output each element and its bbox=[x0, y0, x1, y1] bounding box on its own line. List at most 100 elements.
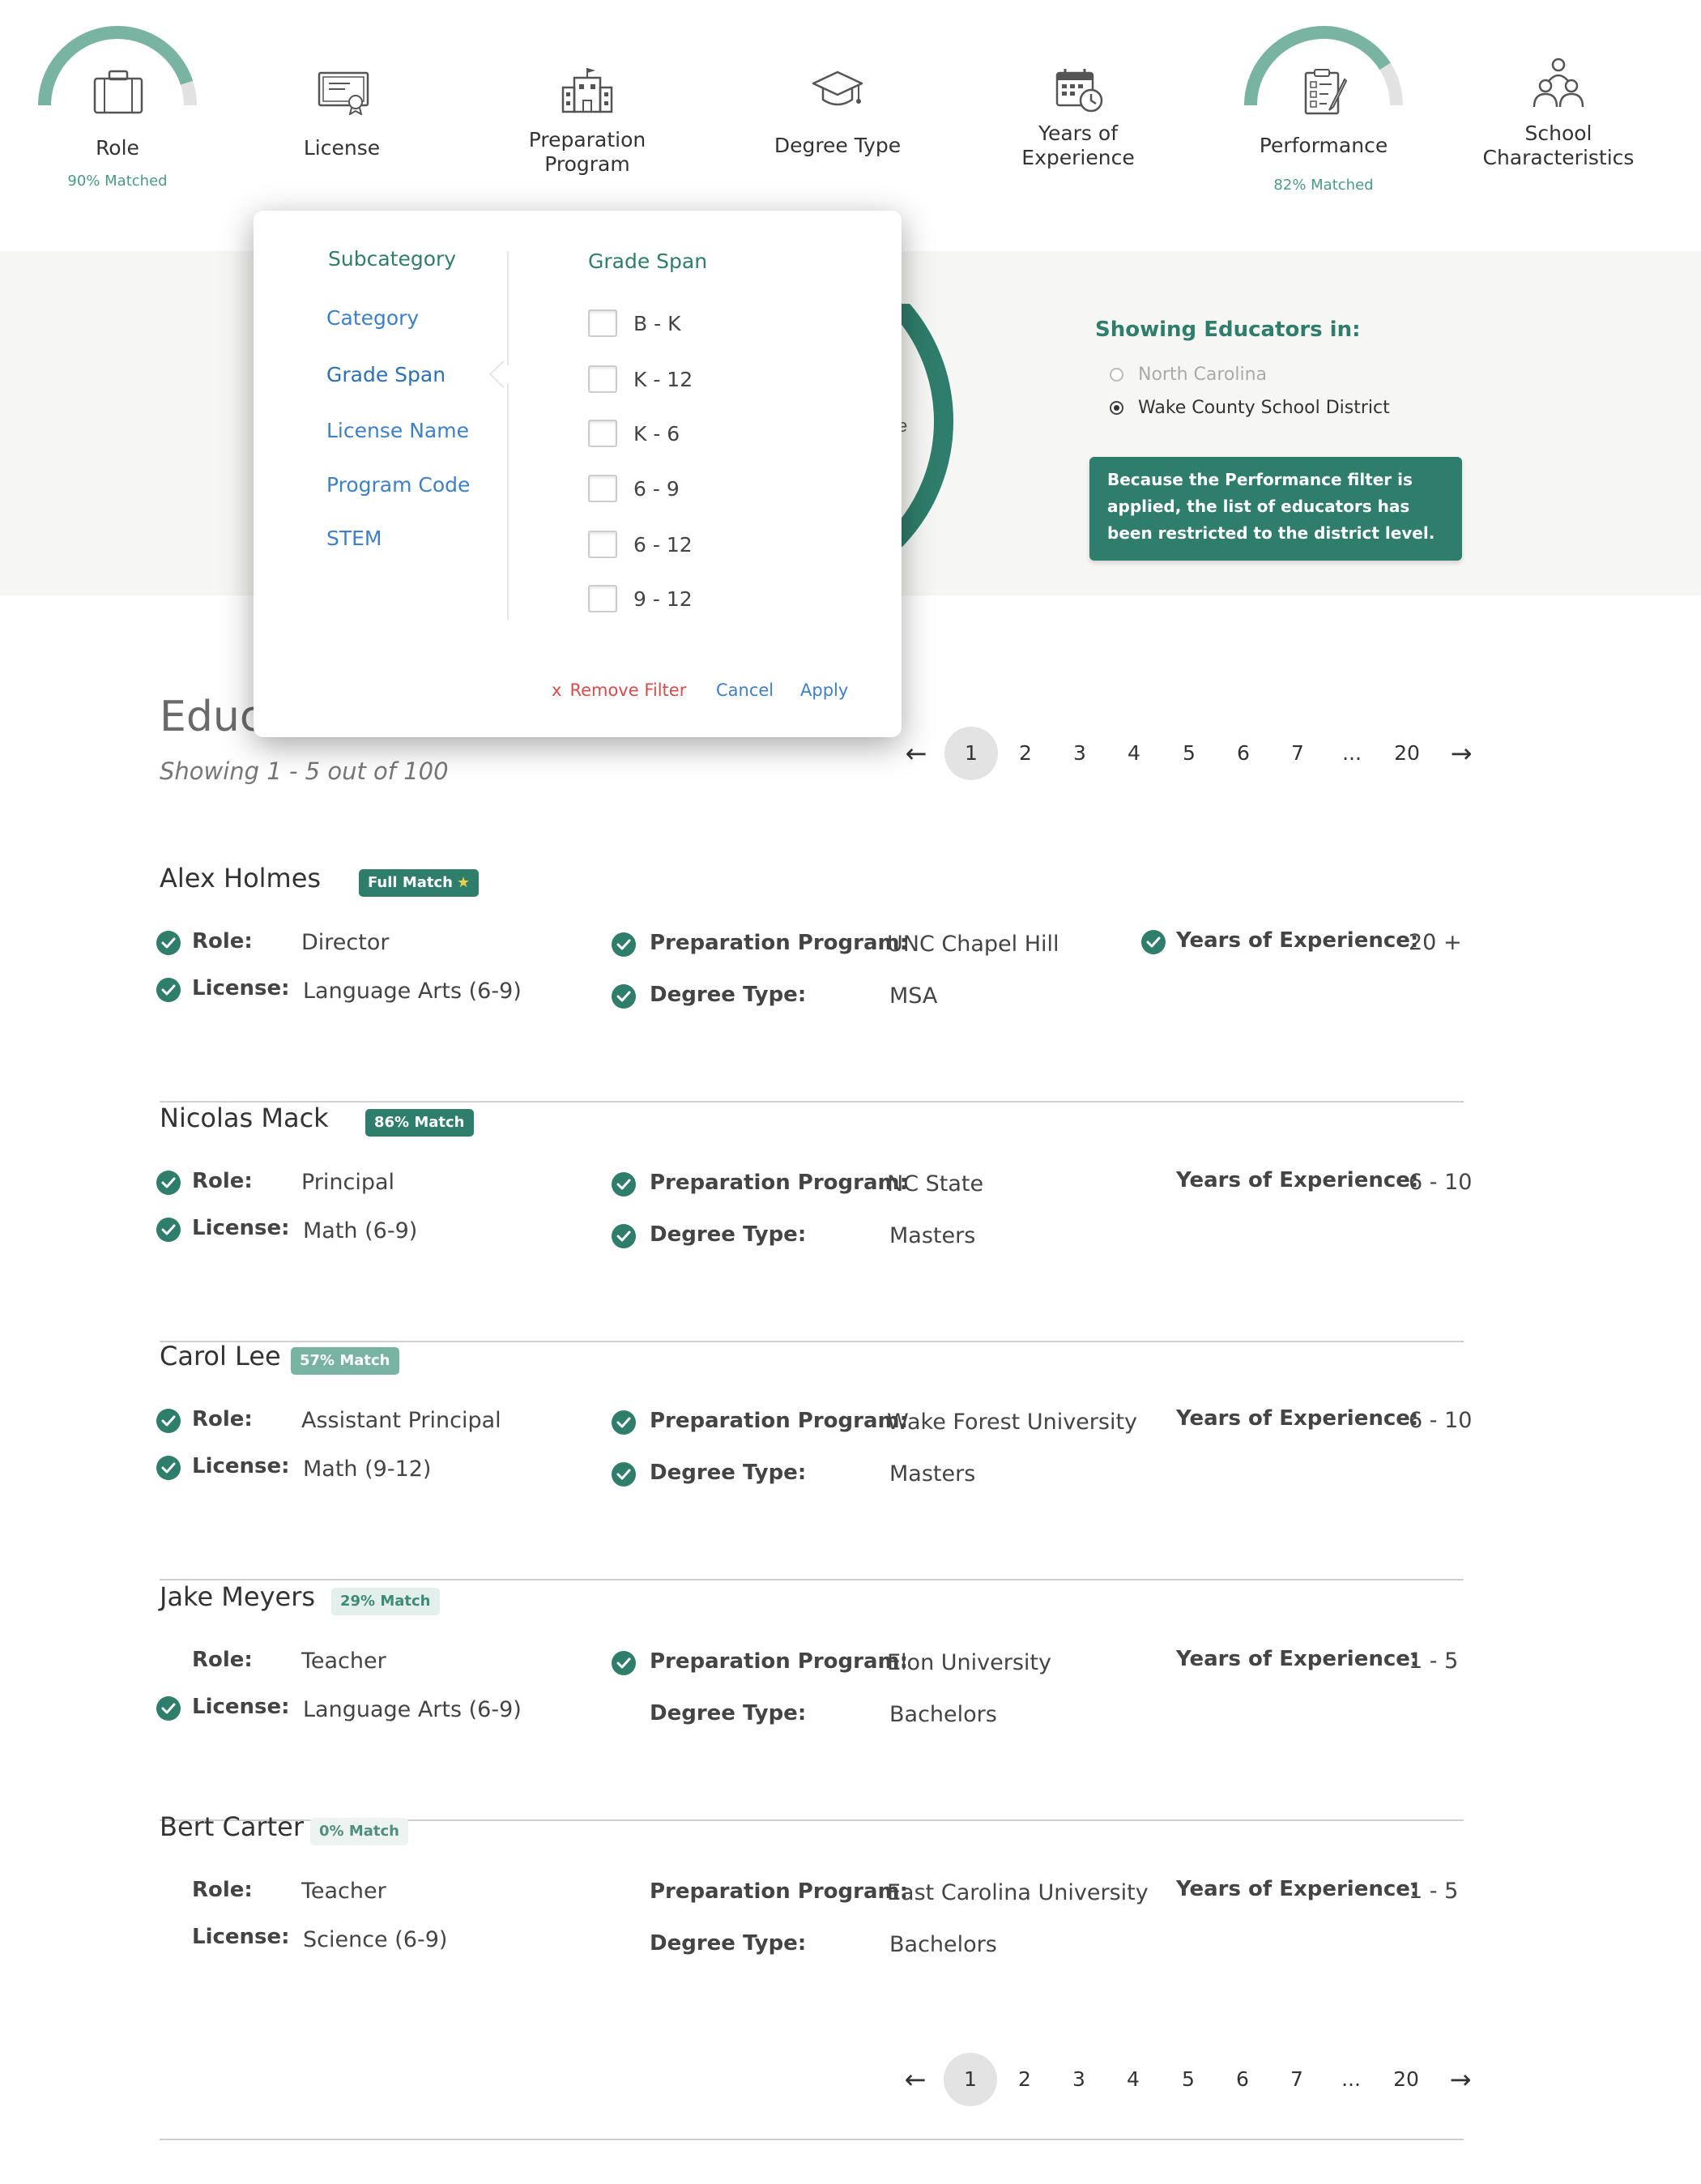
check-icon bbox=[156, 1171, 181, 1195]
page-button[interactable]: 7 bbox=[1270, 2053, 1324, 2106]
subcategory-stem[interactable]: STEM bbox=[326, 527, 382, 550]
educator-card[interactable]: Alex Holmes Full Match ★ Role: Director Licen… bbox=[156, 863, 1464, 1103]
degree-value: Bachelors bbox=[889, 1932, 997, 1957]
page-button[interactable]: 3 bbox=[1053, 727, 1106, 780]
subcategory-heading: Subcategory bbox=[328, 247, 457, 271]
page-button[interactable]: 4 bbox=[1107, 727, 1161, 780]
match-badge-label: 86% Match bbox=[374, 1114, 465, 1131]
educator-card[interactable]: Nicolas Mack 86% Match Role: Principal Licen… bbox=[156, 1103, 1472, 1342]
checkbox[interactable] bbox=[588, 585, 617, 612]
cancel-button[interactable]: Cancel bbox=[716, 680, 774, 700]
page-button[interactable]: 20 bbox=[1380, 727, 1434, 780]
degree-label: Degree Type: bbox=[650, 983, 807, 1007]
educator-name[interactable]: Carol Lee bbox=[160, 1341, 281, 1371]
option-label: K - 12 bbox=[633, 367, 693, 391]
page-button[interactable]: 5 bbox=[1162, 2053, 1215, 2106]
filter-performance[interactable]: Performance 82% Matched bbox=[1243, 24, 1405, 198]
pagination-top: ← 1 2 3 4 5 6 7 ... 20 → bbox=[889, 727, 1489, 780]
check-icon bbox=[612, 1462, 636, 1487]
checkbox[interactable] bbox=[588, 475, 617, 502]
educator-name[interactable]: Jake Meyers bbox=[160, 1581, 315, 1612]
option-k-6[interactable]: K - 6 bbox=[588, 420, 680, 447]
degree-label: Degree Type: bbox=[650, 1222, 807, 1247]
next-page-arrow-icon[interactable]: → bbox=[1435, 727, 1488, 780]
dropdown-caret bbox=[324, 194, 360, 212]
check-icon bbox=[156, 1456, 181, 1480]
educator-name[interactable]: Bert Carter bbox=[160, 1811, 304, 1842]
showing-educators-title: Showing Educators in: bbox=[1095, 318, 1361, 342]
subcategory-grade-span[interactable]: Grade Span bbox=[326, 363, 446, 386]
prep-label: Preparation Program: bbox=[650, 931, 909, 955]
degree-value: Bachelors bbox=[889, 1702, 997, 1727]
option-6-9[interactable]: 6 - 9 bbox=[588, 475, 680, 502]
radio-button-selected[interactable] bbox=[1110, 401, 1123, 415]
role-label: Role: bbox=[192, 929, 253, 953]
page-button[interactable]: 6 bbox=[1217, 727, 1270, 780]
location-option-district[interactable]: Wake County School District bbox=[1110, 398, 1390, 418]
school-building-icon bbox=[561, 68, 613, 113]
match-badge: 57% Match bbox=[291, 1347, 399, 1375]
page-button[interactable]: 5 bbox=[1162, 727, 1216, 780]
years-value: 6 - 10 bbox=[1409, 1408, 1473, 1433]
page-button[interactable]: 2 bbox=[998, 2053, 1051, 2106]
years-label: Years of Experience: bbox=[1176, 1647, 1419, 1671]
grade-span-heading: Grade Span bbox=[588, 250, 708, 273]
license-filter-dropdown: Subcategory Category Grade Span License … bbox=[254, 211, 902, 737]
page-button[interactable]: 2 bbox=[999, 727, 1052, 780]
educator-name[interactable]: Nicolas Mack bbox=[160, 1103, 329, 1133]
radio-button[interactable] bbox=[1110, 368, 1123, 382]
page-button[interactable]: 7 bbox=[1271, 727, 1324, 780]
check-icon bbox=[156, 931, 181, 955]
license-value: Language Arts (6-9) bbox=[303, 1697, 522, 1722]
license-label: License: bbox=[192, 976, 290, 1000]
subcategory-program-code[interactable]: Program Code bbox=[326, 473, 470, 497]
educator-card[interactable]: Jake Meyers 29% Match Role: Teacher License:… bbox=[156, 1581, 1464, 1821]
option-b-k[interactable]: B - K bbox=[588, 309, 680, 337]
page-button[interactable]: 6 bbox=[1216, 2053, 1269, 2106]
filter-role[interactable]: Role 90% Matched bbox=[36, 24, 198, 194]
remove-filter-button[interactable]: x Remove Filter bbox=[552, 680, 686, 700]
filter-degree-type-label: Degree Type bbox=[774, 134, 902, 157]
subcategory-category[interactable]: Category bbox=[326, 306, 419, 330]
people-group-icon bbox=[1533, 58, 1584, 108]
option-6-12[interactable]: 6 - 12 bbox=[588, 531, 693, 558]
filter-years-of-experience[interactable]: Years of Experience bbox=[997, 24, 1159, 186]
role-value: Teacher bbox=[301, 1649, 386, 1674]
filter-license[interactable]: License bbox=[261, 24, 423, 170]
years-value: 1 - 5 bbox=[1409, 1649, 1459, 1674]
license-label: License: bbox=[192, 1216, 290, 1240]
checkbox[interactable] bbox=[588, 531, 617, 558]
page-ellipsis: ... bbox=[1342, 741, 1362, 765]
page-button[interactable]: 1 bbox=[944, 727, 998, 780]
checkbox[interactable] bbox=[588, 420, 617, 447]
license-label: License: bbox=[192, 1925, 290, 1949]
checkbox[interactable] bbox=[588, 309, 617, 337]
filter-years-of-experience-label: Years of Experience bbox=[1021, 122, 1135, 169]
subcategory-license-name[interactable]: License Name bbox=[326, 419, 469, 442]
checkbox[interactable] bbox=[588, 365, 617, 393]
prep-label: Preparation Program: bbox=[650, 1409, 909, 1433]
match-badge: Full Match ★ bbox=[359, 869, 480, 897]
check-icon bbox=[156, 978, 181, 1002]
active-subcategory-pointer bbox=[489, 360, 517, 388]
filter-preparation-program[interactable]: Preparation Program bbox=[506, 24, 668, 186]
educator-name[interactable]: Alex Holmes bbox=[160, 863, 321, 894]
page-button[interactable]: 1 bbox=[944, 2053, 997, 2106]
prev-page-arrow-icon[interactable]: ← bbox=[889, 2053, 942, 2106]
filter-school-characteristics[interactable]: School Characteristics bbox=[1469, 24, 1648, 186]
license-label: License: bbox=[192, 1454, 290, 1478]
briefcase-icon bbox=[93, 70, 143, 114]
option-label: B - K bbox=[633, 311, 681, 335]
option-9-12[interactable]: 9 - 12 bbox=[588, 585, 693, 612]
apply-button[interactable]: Apply bbox=[800, 680, 848, 700]
filter-degree-type[interactable]: Degree Type bbox=[757, 24, 919, 170]
location-option-label: North Carolina bbox=[1138, 365, 1268, 385]
page-button[interactable]: 3 bbox=[1052, 2053, 1106, 2106]
location-option-state[interactable]: North Carolina bbox=[1110, 365, 1267, 385]
educator-card[interactable]: Carol Lee 57% Match Role: Assistant Princip… bbox=[156, 1341, 1472, 1580]
page-button[interactable]: 20 bbox=[1379, 2053, 1433, 2106]
match-badge: 86% Match bbox=[365, 1109, 474, 1137]
option-k-12[interactable]: K - 12 bbox=[588, 365, 693, 393]
page-button[interactable]: 4 bbox=[1106, 2053, 1160, 2106]
next-page-arrow-icon[interactable]: → bbox=[1434, 2053, 1487, 2106]
